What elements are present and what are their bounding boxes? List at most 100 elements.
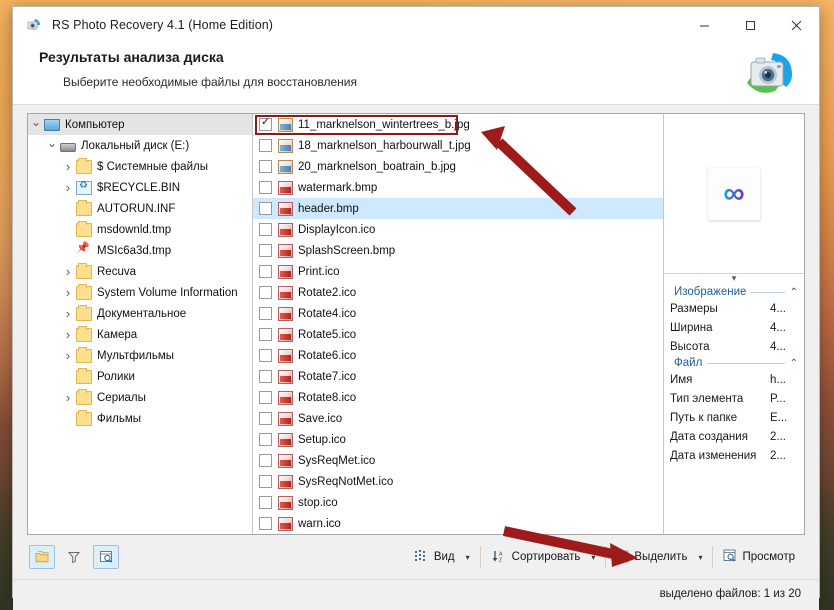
file-name-label: DisplayIcon.ico (298, 223, 376, 236)
file-checkbox[interactable] (259, 370, 272, 383)
chevron-down-icon[interactable]: ▾ (466, 553, 470, 562)
view-button[interactable]: Вид ▾ (407, 545, 478, 569)
properties-section-header[interactable]: Изображение ⌃ (664, 285, 804, 299)
tree-item[interactable]: Ролики (28, 366, 252, 387)
file-checkbox[interactable] (259, 433, 272, 446)
file-name-label: watermark.bmp (298, 181, 378, 194)
chevron-right-icon[interactable] (60, 390, 76, 405)
properties-panel: ∞ ▾ Изображение ⌃ Размеры 4... Ширина 4... Выс… (664, 114, 804, 534)
file-list-row[interactable]: Print.ico (253, 261, 663, 282)
file-checkbox[interactable] (259, 412, 272, 425)
file-list-row[interactable]: watermark.bmp (253, 177, 663, 198)
select-button[interactable]: Выделить ▾ (608, 545, 710, 569)
file-checkbox[interactable] (259, 286, 272, 299)
chevron-right-icon[interactable] (60, 264, 76, 279)
file-list-row[interactable]: Rotate4.ico (253, 303, 663, 324)
icon-file-icon (278, 285, 293, 300)
file-list-row[interactable]: stop.ico (253, 492, 663, 513)
toolbar-left-icons (29, 545, 119, 569)
file-checkbox[interactable] (259, 349, 272, 362)
tree-item[interactable]: Компьютер (28, 114, 252, 135)
chevron-up-icon[interactable]: ⌃ (790, 358, 798, 369)
close-button[interactable] (773, 7, 819, 43)
file-checkbox[interactable] (259, 517, 272, 530)
file-checkbox[interactable] (259, 202, 272, 215)
chevron-up-icon[interactable]: ⌃ (790, 287, 798, 298)
sort-button[interactable]: A Z Сортировать ▾ (483, 545, 604, 569)
file-checkbox[interactable] (259, 475, 272, 488)
icon-file-icon (278, 516, 293, 531)
file-checkbox[interactable] (259, 454, 272, 467)
file-list-row[interactable]: Rotate2.ico (253, 282, 663, 303)
tree-item[interactable]: AUTORUN.INF (28, 198, 252, 219)
divider (707, 362, 785, 364)
file-list-row[interactable]: warn.ico (253, 513, 663, 534)
maximize-button[interactable] (727, 7, 773, 43)
tree-item[interactable]: Recuva (28, 261, 252, 282)
folder-tree[interactable]: Компьютер Локальный диск (E:) $ Системные … (28, 114, 253, 534)
properties-section-title: Файл (674, 357, 703, 369)
file-checkbox[interactable] (259, 391, 272, 404)
file-checkbox[interactable] (259, 307, 272, 320)
chevron-right-icon[interactable] (60, 159, 76, 174)
property-row: Дата изменения 2... (664, 446, 804, 465)
file-checkbox[interactable] (259, 181, 272, 194)
file-list-row[interactable]: Setup.ico (253, 429, 663, 450)
file-list-row[interactable]: 18_marknelson_harbourwall_t.jpg (253, 135, 663, 156)
icon-file-icon (278, 432, 293, 447)
tree-item[interactable]: Мультфильмы (28, 345, 252, 366)
chevron-right-icon[interactable] (60, 180, 76, 195)
chevron-down-icon[interactable]: ▾ (698, 553, 702, 562)
file-checkbox[interactable] (259, 265, 272, 278)
tree-item[interactable]: $ Системные файлы (28, 156, 252, 177)
file-list-row[interactable]: 20_marknelson_boatrain_b.jpg (253, 156, 663, 177)
file-list-row[interactable]: 11_marknelson_wintertrees_b.jpg (253, 114, 663, 135)
chevron-down-icon[interactable]: ▾ (591, 553, 595, 562)
folders-icon[interactable] (29, 545, 55, 569)
preview-button[interactable]: Просмотр (715, 545, 803, 569)
tree-item[interactable]: Документальное (28, 303, 252, 324)
file-list-row[interactable]: SysReqMet.ico (253, 450, 663, 471)
find-files-icon[interactable] (93, 545, 119, 569)
filter-icon[interactable] (61, 545, 87, 569)
property-key: Высота (670, 340, 710, 353)
file-list-row[interactable]: SysReqNotMet.ico (253, 471, 663, 492)
tree-item[interactable]: Локальный диск (E:) (28, 135, 252, 156)
file-checkbox[interactable] (259, 244, 272, 257)
tree-item[interactable]: System Volume Information (28, 282, 252, 303)
file-list-row[interactable]: Rotate7.ico (253, 366, 663, 387)
file-list-row[interactable]: DisplayIcon.ico (253, 219, 663, 240)
file-list-row[interactable]: Rotate8.ico (253, 387, 663, 408)
tree-item[interactable]: msdownld.tmp (28, 219, 252, 240)
chevron-right-icon[interactable] (60, 306, 76, 321)
property-row: Тип элемента P... (664, 389, 804, 408)
tree-item[interactable]: Фильмы (28, 408, 252, 429)
file-checkbox[interactable] (259, 160, 272, 173)
file-checkbox[interactable] (259, 223, 272, 236)
file-checkbox[interactable] (259, 139, 272, 152)
file-checkbox[interactable] (259, 328, 272, 341)
tree-item[interactable]: $RECYCLE.BIN (28, 177, 252, 198)
file-list-row[interactable]: header.bmp (253, 198, 663, 219)
minimize-button[interactable] (681, 7, 727, 43)
file-checkbox[interactable] (259, 496, 272, 509)
chevron-right-icon[interactable] (60, 348, 76, 363)
tree-item[interactable]: MSIc6a3d.tmp (28, 240, 252, 261)
chevron-right-icon[interactable] (60, 327, 76, 342)
properties-section-header[interactable]: Файл ⌃ (664, 356, 804, 370)
chevron-down-icon[interactable] (28, 118, 44, 132)
property-key: Дата создания (670, 430, 748, 443)
property-value: 2... (770, 449, 786, 462)
tree-item[interactable]: Сериалы (28, 387, 252, 408)
file-list-row[interactable]: Rotate6.ico (253, 345, 663, 366)
file-list-row[interactable]: Save.ico (253, 408, 663, 429)
chevron-right-icon[interactable] (60, 285, 76, 300)
file-list[interactable]: 11_marknelson_wintertrees_b.jpg 18_markne… (253, 114, 664, 534)
file-list-row[interactable]: SplashScreen.bmp (253, 240, 663, 261)
file-checkbox[interactable] (259, 116, 272, 131)
chevron-down-icon[interactable] (44, 139, 60, 153)
file-list-row[interactable]: Rotate5.ico (253, 324, 663, 345)
property-row: Дата создания 2... (664, 427, 804, 446)
properties-scroll-caret[interactable]: ▾ (664, 274, 804, 285)
tree-item[interactable]: Камера (28, 324, 252, 345)
